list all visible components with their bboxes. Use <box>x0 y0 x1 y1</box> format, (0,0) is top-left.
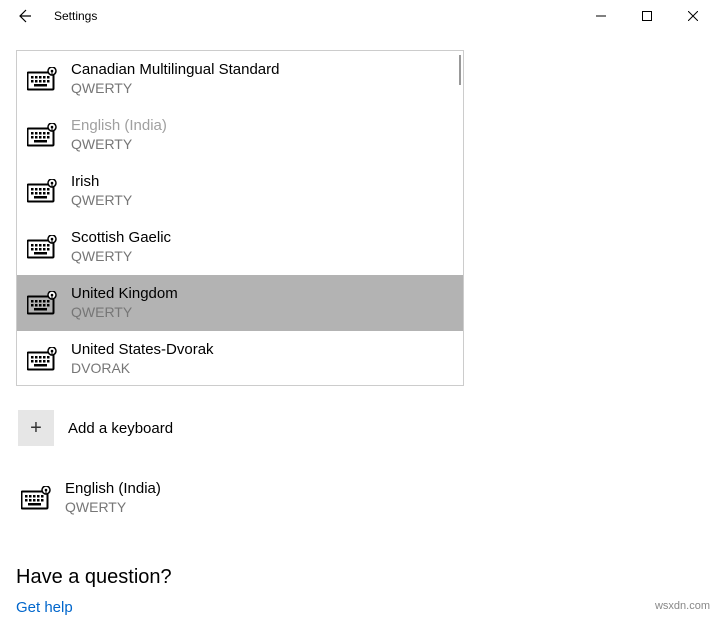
back-button[interactable] <box>14 6 34 26</box>
keyboard-name: Canadian Multilingual Standard <box>71 61 279 80</box>
keyboard-icon <box>27 291 57 315</box>
get-help-link[interactable]: Get help <box>16 599 73 616</box>
window-title: Settings <box>54 9 97 23</box>
keyboard-icon <box>27 347 57 371</box>
current-keyboard-layout: QWERTY <box>65 499 161 517</box>
keyboard-option[interactable]: United States-Dvorak DVORAK <box>17 331 463 386</box>
keyboard-option-selected[interactable]: United Kingdom QWERTY <box>17 275 463 331</box>
maximize-button[interactable] <box>624 0 670 32</box>
titlebar: Settings <box>0 0 716 32</box>
keyboard-name: English (India) <box>71 117 167 136</box>
keyboard-layout: QWERTY <box>71 192 132 210</box>
keyboard-layout: DVORAK <box>71 360 214 378</box>
plus-icon: + <box>18 410 54 446</box>
keyboard-icon <box>27 179 57 203</box>
keyboard-layout: QWERTY <box>71 136 167 154</box>
keyboard-icon <box>27 123 57 147</box>
close-button[interactable] <box>670 0 716 32</box>
add-keyboard-label: Add a keyboard <box>68 420 173 437</box>
keyboard-layout: QWERTY <box>71 304 178 322</box>
current-keyboard[interactable]: English (India) QWERTY <box>16 470 700 526</box>
minimize-button[interactable] <box>578 0 624 32</box>
help-heading: Have a question? <box>16 566 700 589</box>
add-keyboard-button[interactable]: + Add a keyboard <box>16 400 700 456</box>
current-keyboard-name: English (India) <box>65 480 161 499</box>
keyboard-option[interactable]: English (India) QWERTY <box>17 107 463 163</box>
keyboard-name: United Kingdom <box>71 285 178 304</box>
scrollbar[interactable] <box>459 55 461 85</box>
keyboard-name: United States-Dvorak <box>71 341 214 360</box>
keyboard-option[interactable]: Irish QWERTY <box>17 163 463 219</box>
watermark: wsxdn.com <box>655 600 710 612</box>
keyboard-list[interactable]: Canadian Multilingual Standard QWERTY En… <box>16 50 464 386</box>
keyboard-name: Scottish Gaelic <box>71 229 171 248</box>
keyboard-layout: QWERTY <box>71 248 171 266</box>
keyboard-option[interactable]: Canadian Multilingual Standard QWERTY <box>17 51 463 107</box>
keyboard-layout: QWERTY <box>71 80 279 98</box>
keyboard-option[interactable]: Scottish Gaelic QWERTY <box>17 219 463 275</box>
keyboard-icon <box>21 486 51 510</box>
keyboard-icon <box>27 235 57 259</box>
window-controls <box>578 0 716 32</box>
keyboard-name: Irish <box>71 173 132 192</box>
keyboard-icon <box>27 67 57 91</box>
